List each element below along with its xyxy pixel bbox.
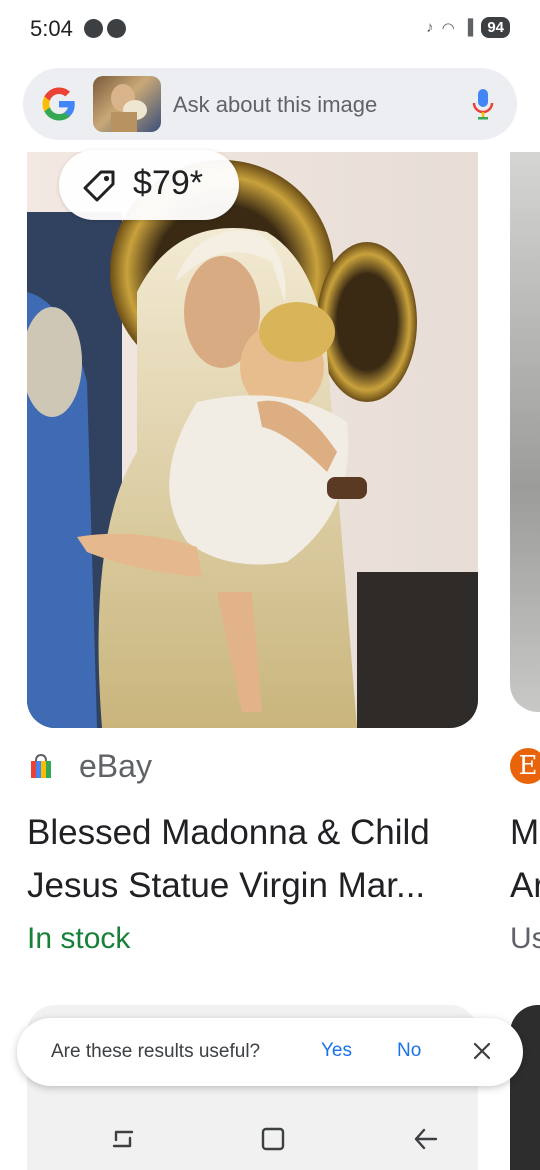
next-title-line2: Ar bbox=[510, 866, 540, 905]
price-chip[interactable]: $79* bbox=[59, 150, 239, 220]
merchant-row[interactable]: eBay bbox=[27, 748, 152, 784]
merchant-name: eBay bbox=[79, 747, 152, 784]
status-bar: 5:04 ♪ ◠ ▐ 94 bbox=[0, 0, 540, 60]
next-merchant-logo: E bbox=[510, 748, 540, 784]
availability-status: In stock bbox=[27, 922, 131, 955]
back-icon[interactable] bbox=[412, 1126, 438, 1152]
next-product-title[interactable]: M Ar bbox=[510, 806, 540, 912]
result-product-image[interactable] bbox=[27, 152, 478, 728]
feedback-yes-button[interactable]: Yes bbox=[313, 1036, 360, 1066]
mute-icon: ♪ bbox=[426, 19, 434, 36]
product-title-line1: Blessed Madonna & Child bbox=[27, 813, 430, 852]
signal-icon: ▐ bbox=[462, 19, 474, 36]
close-icon[interactable] bbox=[471, 1040, 493, 1062]
messenger-icon bbox=[84, 19, 103, 38]
price-label: $79* bbox=[133, 164, 203, 202]
search-image-thumbnail[interactable] bbox=[93, 76, 161, 132]
game-controller-icon bbox=[107, 19, 126, 38]
price-tag-icon bbox=[83, 170, 115, 202]
recent-apps-icon[interactable] bbox=[110, 1126, 136, 1152]
system-navigation-bar bbox=[0, 1106, 540, 1170]
shopping-bag-icon bbox=[31, 753, 51, 778]
status-time: 5:04 bbox=[30, 16, 73, 41]
next-availability-status: Us bbox=[510, 922, 540, 955]
next-result-image[interactable] bbox=[510, 152, 540, 712]
product-title[interactable]: Blessed Madonna & Child Jesus Statue Vir… bbox=[27, 806, 489, 912]
product-title-line2: Jesus Statue Virgin Mar... bbox=[27, 866, 426, 905]
feedback-bar: Are these results useful? Yes No bbox=[17, 1018, 523, 1086]
home-icon[interactable] bbox=[260, 1126, 286, 1152]
google-g-logo[interactable] bbox=[41, 86, 77, 122]
battery-indicator: 94 bbox=[481, 17, 510, 38]
search-bar[interactable]: Ask about this image bbox=[23, 68, 517, 140]
status-notification-icons bbox=[84, 19, 126, 38]
search-input[interactable]: Ask about this image bbox=[173, 92, 377, 118]
feedback-question: Are these results useful? bbox=[51, 1041, 261, 1062]
feedback-no-button[interactable]: No bbox=[389, 1036, 429, 1066]
microphone-icon[interactable] bbox=[471, 86, 495, 122]
status-system-icons: ♪ ◠ ▐ 94 bbox=[426, 17, 510, 38]
wifi-icon: ◠ bbox=[441, 19, 455, 37]
next-title-line1: M bbox=[510, 813, 540, 852]
